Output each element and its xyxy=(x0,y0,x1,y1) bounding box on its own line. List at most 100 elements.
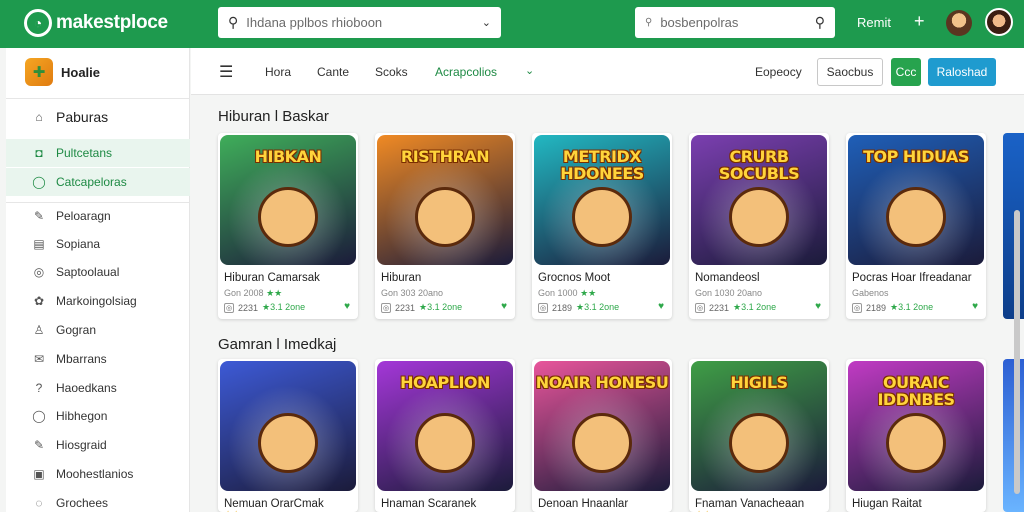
game-meta: Gabenos xyxy=(852,288,889,298)
nav-link-2[interactable]: Cante xyxy=(317,65,349,79)
logo[interactable]: ◔ makestploce xyxy=(24,9,168,37)
game-thumbnail[interactable]: HOAPLION xyxy=(377,361,513,491)
right-nav-link[interactable]: Eopeocy xyxy=(755,65,802,79)
game-thumbnail[interactable]: RISTHRAN xyxy=(377,135,513,265)
sidebar-brand-label: Hoalie xyxy=(61,64,101,80)
section-title: Hiburan l Baskar xyxy=(218,108,329,125)
game-title[interactable]: Grocnos Moot xyxy=(538,272,668,284)
game-title[interactable]: Hnaman Scaranek xyxy=(381,498,511,510)
game-thumbnail[interactable]: METRIDX HDONEES xyxy=(534,135,670,265)
favorite-icon[interactable]: ♥ xyxy=(815,301,821,312)
character-art xyxy=(258,187,318,247)
sidebar-item[interactable]: ▣ Moohestlanios xyxy=(6,460,190,488)
green-button[interactable]: Ccc xyxy=(891,58,921,86)
sidebar-item[interactable]: ⌂ Paburas xyxy=(6,103,190,131)
mail-icon: ✉ xyxy=(33,352,45,366)
game-card[interactable]: Nemuan OrarCmak★★ xyxy=(218,359,358,512)
star-rating-icon: ★★ xyxy=(266,288,283,298)
chevron-down-icon[interactable]: ⌄ xyxy=(525,64,534,77)
plus-icon[interactable]: + xyxy=(914,11,925,32)
sidebar-item-label: Pultcetans xyxy=(56,146,113,160)
secondary-search-input[interactable]: ⚲ bosbenpolras ⚲ xyxy=(635,7,835,38)
chevron-down-icon[interactable]: ⌄ xyxy=(482,16,491,29)
nav-link-4[interactable]: Acrapcolios xyxy=(435,65,497,79)
sidebar-brand[interactable]: ✚ Hoalie xyxy=(25,58,100,86)
game-thumbnail[interactable]: HIGILS xyxy=(691,361,827,491)
favorite-icon[interactable]: ♥ xyxy=(658,301,664,312)
sidebar-item[interactable]: ✎ Peloaragn xyxy=(6,202,190,230)
section-title: Gamran l Imedkaj xyxy=(218,336,337,353)
game-card[interactable]: RISTHRAN Hiburan Gon 303 20ano ◎ 2231 ★3.1 2… xyxy=(375,133,515,319)
profile-avatar[interactable] xyxy=(985,8,1013,36)
sidebar-item[interactable]: ? Haoedkans xyxy=(6,374,190,402)
sidebar-item[interactable]: ◘ Pultcetans xyxy=(6,139,190,167)
game-title[interactable]: Nemuan OrarCmak xyxy=(224,498,354,510)
primary-button[interactable]: Raloshad xyxy=(928,58,996,86)
sidebar-item[interactable]: ✿ Markoingolsiag xyxy=(6,287,190,315)
favorite-icon[interactable]: ♥ xyxy=(344,301,350,312)
top-bar: ◔ makestploce ⚲ Ihdana pplbos rhioboon ⌄… xyxy=(0,0,1024,48)
avatar[interactable] xyxy=(946,10,972,36)
logo-icon: ◔ xyxy=(24,9,52,37)
circle-icon: ◯ xyxy=(32,409,46,423)
logo-text: makestploce xyxy=(56,12,168,33)
game-thumbnail[interactable]: TOP HIDUAS xyxy=(848,135,984,265)
game-card[interactable]: HOAPLION Hnaman Scaranek xyxy=(375,359,515,512)
game-card[interactable]: OURAIC IDDNBES Hiugan Raitat xyxy=(846,359,986,512)
rating-value: ★3.1 2one xyxy=(576,302,620,312)
menu-icon[interactable]: ☰ xyxy=(219,62,233,82)
grid-icon: ▣ xyxy=(33,467,45,481)
download-icon: ◎ xyxy=(538,302,548,313)
download-icon: ◎ xyxy=(381,302,391,313)
game-card[interactable]: HIBKAN Hiburan Camarsak Gon 2008 ★★ ◎ 2231 ★3… xyxy=(218,133,358,319)
sidebar-item-label: Markoingolsiag xyxy=(56,294,137,308)
game-title[interactable]: Hiburan xyxy=(381,272,511,284)
home-icon: ⌂ xyxy=(35,110,43,124)
game-card[interactable]: HIGILSFnaman Vanacheaan★★ xyxy=(689,359,829,512)
game-logo-text: HIBKAN xyxy=(254,147,322,166)
search-input[interactable]: ⚲ Ihdana pplbos rhioboon ⌄ xyxy=(218,7,501,38)
scrollbar[interactable] xyxy=(1014,210,1020,494)
game-title[interactable]: Hiugan Raitat xyxy=(852,498,982,510)
favorite-icon[interactable]: ♥ xyxy=(501,301,507,312)
sidebar-item-label: Mbarrans xyxy=(56,352,107,366)
game-card[interactable]: TOP HIDUAS Pocras Hoar Ifreadanar Gabenos … xyxy=(846,133,986,319)
sidebar-item-label: Gogran xyxy=(56,323,97,337)
nav-link-3[interactable]: Scoks xyxy=(375,65,408,79)
sidebar-item[interactable]: ◯ Catcapeloras xyxy=(6,168,190,196)
sidebar-item[interactable]: ♙ Gogran xyxy=(6,316,190,344)
outline-button[interactable]: Saocbus xyxy=(817,58,883,86)
favorite-icon[interactable]: ♥ xyxy=(972,301,978,312)
game-meta: Gon 2008 ★★ xyxy=(224,288,282,299)
sidebar-item[interactable]: ◯ Hibhegon xyxy=(6,402,190,430)
sidebar-item[interactable]: ✉ Mbarrans xyxy=(6,345,190,373)
search-icon: ⚲ xyxy=(645,17,653,28)
chat-icon: ◌ xyxy=(35,496,43,510)
sidebar-item-label: Saptoolaual xyxy=(56,265,120,279)
game-thumbnail[interactable] xyxy=(220,361,356,491)
game-card[interactable]: NOAIR HONESU Denoan Hnaanlar xyxy=(532,359,672,512)
game-thumbnail[interactable]: NOAIR HONESU xyxy=(534,361,670,491)
header-link[interactable]: Remit xyxy=(857,15,891,30)
nav-link-1[interactable]: Hora xyxy=(265,65,291,79)
search-button-icon[interactable]: ⚲ xyxy=(815,14,825,31)
game-thumbnail[interactable]: OURAIC IDDNBES xyxy=(848,361,984,491)
game-thumbnail[interactable]: HIBKAN xyxy=(220,135,356,265)
game-title[interactable]: Denoan Hnaanlar xyxy=(538,498,668,510)
sidebar-item[interactable]: ◌ Grochees xyxy=(6,489,190,512)
game-logo-text: HIGILS xyxy=(730,373,788,392)
game-stats: ◎ 2231 ★3.1 2one xyxy=(224,302,305,313)
sidebar-item[interactable]: ✎ Hiosgraid xyxy=(6,431,190,459)
sub-navigation: ☰ Hora Cante Scoks Acrapcolios ⌄ Eopeocy… xyxy=(191,48,1024,95)
game-thumbnail[interactable]: CRURB SOCUBLS xyxy=(691,135,827,265)
game-title[interactable]: Pocras Hoar Ifreadanar xyxy=(852,272,982,284)
sidebar-item[interactable]: ▤ Sopiana xyxy=(6,230,190,258)
game-card[interactable]: METRIDX HDONEES Grocnos Moot Gon 1000 ★★ ◎ 2… xyxy=(532,133,672,319)
game-title[interactable]: Fnaman Vanacheaan xyxy=(695,498,825,510)
game-title[interactable]: Nomandeosl xyxy=(695,272,825,284)
game-title[interactable]: Hiburan Camarsak xyxy=(224,272,354,284)
sidebar-item[interactable]: ◎ Saptoolaual xyxy=(6,258,190,286)
help-icon: ? xyxy=(35,381,43,395)
pencil-icon: ✎ xyxy=(33,438,45,452)
game-card[interactable]: CRURB SOCUBLS Nomandeosl Gon 1030 20ano ◎ 2… xyxy=(689,133,829,319)
